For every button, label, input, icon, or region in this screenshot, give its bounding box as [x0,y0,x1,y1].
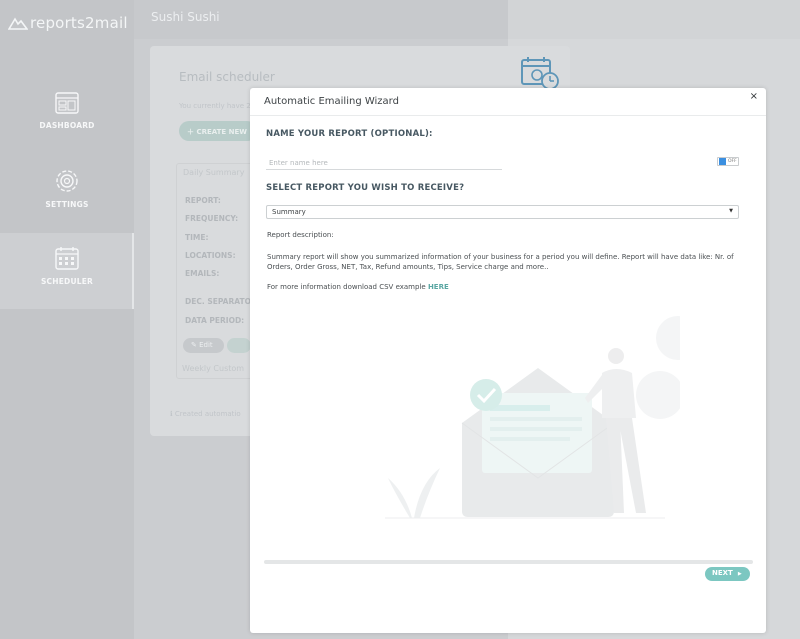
top-header-right [508,0,800,39]
field-label: DATA PERIOD: [185,316,245,325]
schedule-name: Daily Summary [183,168,245,177]
more-info-text: For more information download CSV exampl… [267,283,449,291]
calendar-clock-icon [521,57,559,90]
sidebar-item-dashboard[interactable]: DASHBOARD [0,92,134,168]
toggle-knob [719,158,726,165]
copy-button[interactable] [227,338,251,353]
calendar-icon [55,247,79,270]
logo-text: reports2mail [30,14,128,32]
modal-title: Automatic Emailing Wizard [264,96,399,107]
app-logo[interactable]: reports2mail [8,14,128,32]
field-label: FREQUENCY: [185,214,239,223]
report-name-input[interactable] [266,156,502,170]
field-label: EMAILS: [185,269,220,278]
selected-report: Summary [272,208,306,216]
sidebar-item-label: DASHBOARD [39,121,95,130]
info-note: ℹ Created automatio [170,410,241,418]
next-button[interactable]: NEXT ▶ [705,567,750,581]
edit-label: Edit [199,341,213,349]
report-description-text: Summary report will show you summarized … [267,253,734,271]
close-icon[interactable]: × [750,91,758,102]
field-label: LOCATIONS: [185,251,236,260]
modal-divider [250,115,766,116]
email-illustration [385,316,680,519]
sidebar-item-label: SCHEDULER [40,277,94,286]
edit-button[interactable]: ✎ Edit [183,338,224,353]
report-toggle[interactable]: OFF [717,157,739,166]
chevron-down-icon: ▼ [729,208,733,214]
chevron-right-icon: ▶ [737,571,742,577]
field-label: REPORT: [185,196,221,205]
sidebar-item-label: SETTINGS [45,200,89,209]
more-info-label: For more information download CSV exampl… [267,283,426,291]
emailing-wizard-modal: Automatic Emailing Wizard × NAME YOUR RE… [250,88,766,633]
field-label: DEC. SEPARATOR [185,297,257,306]
csv-example-link[interactable]: HERE [428,283,449,291]
select-report-heading: SELECT REPORT YOU WISH TO RECEIVE? [266,183,465,193]
field-label: TIME: [185,233,209,242]
schedule-count-text: You currently have 2 [179,102,251,110]
create-new-button[interactable]: ＋ CREATE NEW [179,121,257,141]
sidebar-item-scheduler[interactable]: SCHEDULER [0,233,134,309]
create-new-label: CREATE NEW [196,128,247,136]
sidebar: reports2mail DASHBOARD SETTINGS SCHEDULE… [0,0,134,639]
report-type-select[interactable]: Summary ▼ [266,205,739,219]
logo-mountain-icon [8,17,28,30]
next-label: NEXT [712,569,733,577]
restaurant-name[interactable]: Sushi Sushi [151,10,220,24]
report-description-label: Report description: [267,231,334,239]
toggle-label: OFF [728,159,737,164]
settings-icon [56,170,78,192]
schedule-name: Weekly Custom [182,364,245,373]
name-report-heading: NAME YOUR REPORT (OPTIONAL): [266,129,433,139]
page-title: Email scheduler [179,70,275,84]
wizard-progress [264,560,753,564]
dashboard-icon [55,92,79,114]
info-note-text: Created automatio [174,410,241,418]
